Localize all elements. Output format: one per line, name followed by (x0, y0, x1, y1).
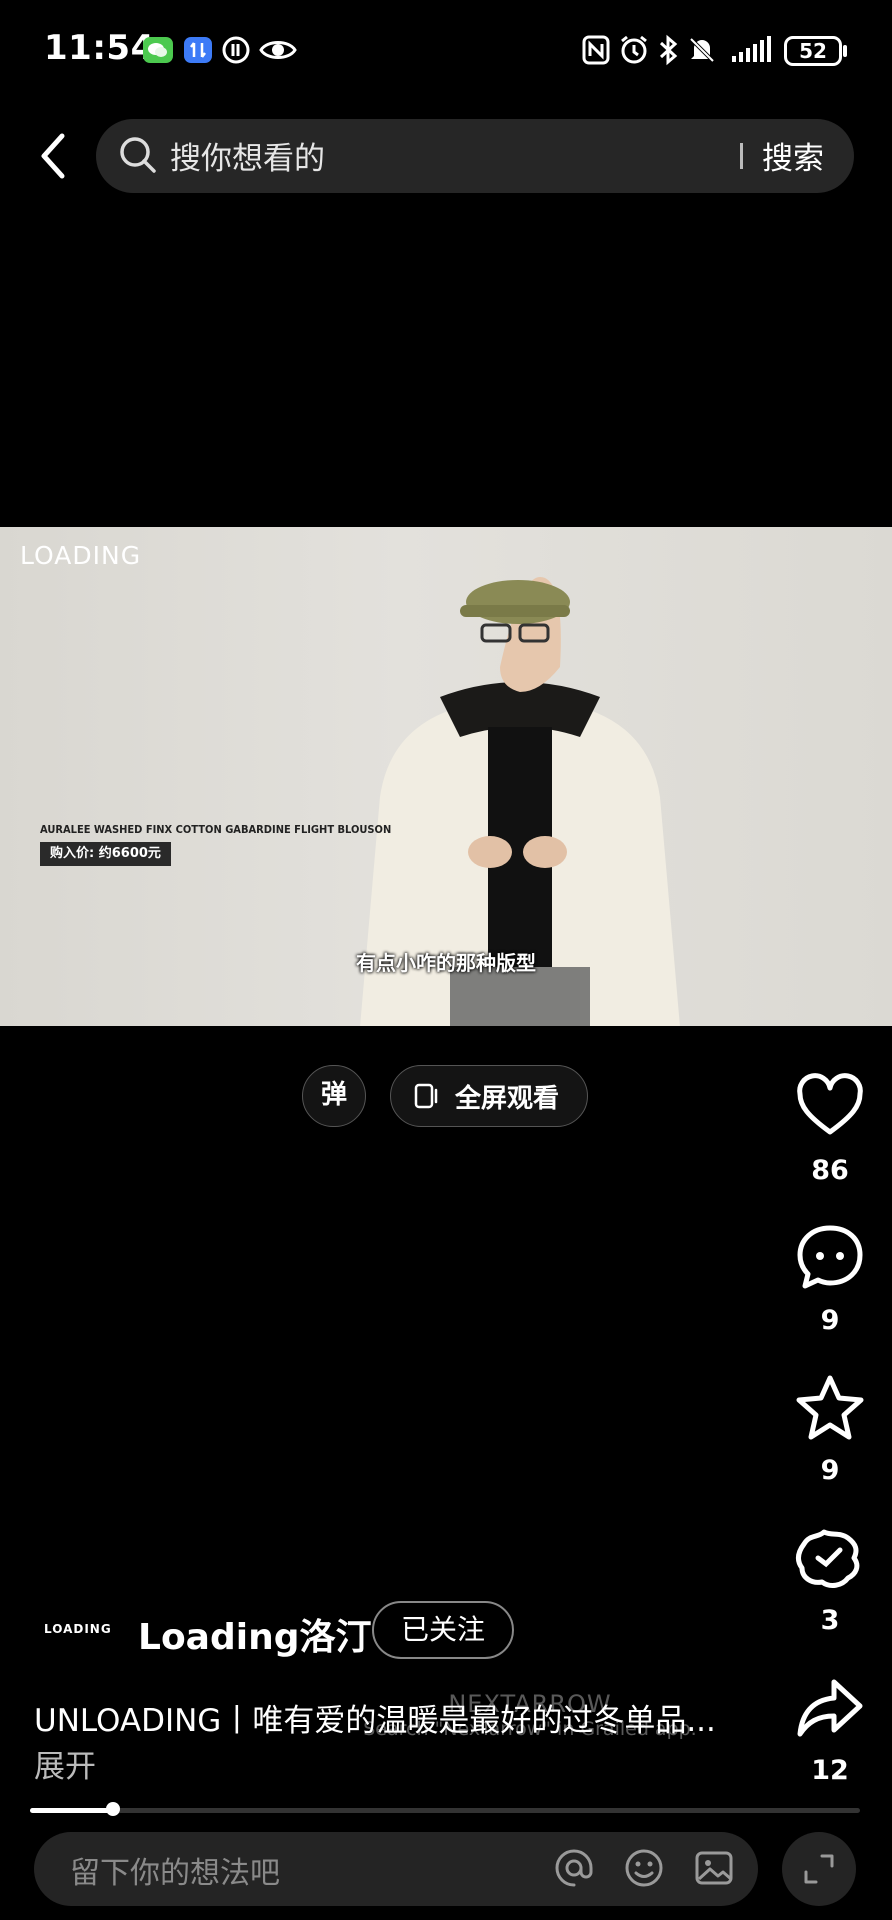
share-arrow-icon[interactable] (794, 1672, 866, 1744)
emoji-icon[interactable] (622, 1846, 666, 1890)
like-heart-icon[interactable] (794, 1070, 866, 1142)
rotate-screen-icon (414, 1083, 438, 1109)
expand-link[interactable]: 展开 (34, 1749, 96, 1785)
mute-icon (688, 36, 716, 64)
author-avatar[interactable]: LOADING (44, 1622, 112, 1636)
expand-arrows-icon (804, 1854, 834, 1884)
expand-button[interactable] (782, 1832, 856, 1906)
data-transfer-icon (184, 37, 212, 63)
comment-count: 9 (820, 1305, 840, 1336)
video-subtitle: 有点小咋的那种版型 (356, 951, 536, 975)
comment-bubble-icon[interactable] (794, 1222, 866, 1294)
comment-input[interactable]: 留下你的想法吧 (70, 1848, 280, 1892)
gift-count: 3 (820, 1605, 840, 1636)
favorite-star-icon[interactable] (794, 1372, 866, 1444)
fullscreen-button[interactable]: 全屏观看 (390, 1065, 588, 1127)
status-time: 11:54 (44, 28, 155, 68)
search-icon (120, 137, 156, 173)
share-count: 12 (811, 1755, 849, 1786)
post-description[interactable]: UNLOADING丨唯有爱的温暖是最好的过冬单品... 展开 (34, 1698, 734, 1790)
battery-indicator: 52 (784, 36, 842, 66)
back-button[interactable] (34, 128, 74, 184)
like-count: 86 (811, 1155, 849, 1186)
product-name: AURALEE WASHED FINX COTTON GABARDINE FLI… (40, 823, 392, 836)
eye-icon (259, 41, 297, 59)
power-saving-icon (222, 36, 250, 64)
author-name[interactable]: Loading洛汀 (138, 1608, 371, 1660)
danmu-toggle-button[interactable]: 弹 (302, 1065, 366, 1127)
product-price: 购入价: 约6600元 (40, 842, 171, 866)
bluetooth-icon (659, 34, 678, 66)
mention-at-icon[interactable] (552, 1846, 596, 1890)
description-text: UNLOADING丨唯有爱的温暖是最好的过冬单品... (34, 1703, 716, 1739)
favorite-count: 9 (820, 1455, 840, 1486)
progress-track[interactable] (30, 1808, 860, 1813)
nfc-icon (582, 35, 610, 65)
alarm-icon (621, 35, 647, 64)
video-player[interactable]: LOADING AURALEE WASHED FINX COTTON GABAR… (0, 527, 892, 1026)
follow-button[interactable]: 已关注 (372, 1601, 514, 1659)
signal-icon (732, 36, 771, 62)
progress-fill (30, 1808, 113, 1813)
search-button[interactable]: 搜索 (762, 133, 824, 178)
wechat-icon (143, 37, 173, 63)
video-brand-logo: LOADING (20, 541, 142, 570)
search-input[interactable]: 搜你想看的 (170, 133, 325, 178)
battery-tip (843, 45, 847, 57)
search-divider (740, 143, 743, 169)
gift-icon[interactable] (794, 1522, 866, 1594)
fullscreen-label: 全屏观看 (455, 1084, 560, 1114)
image-icon[interactable] (692, 1846, 736, 1890)
progress-knob[interactable] (106, 1802, 120, 1816)
